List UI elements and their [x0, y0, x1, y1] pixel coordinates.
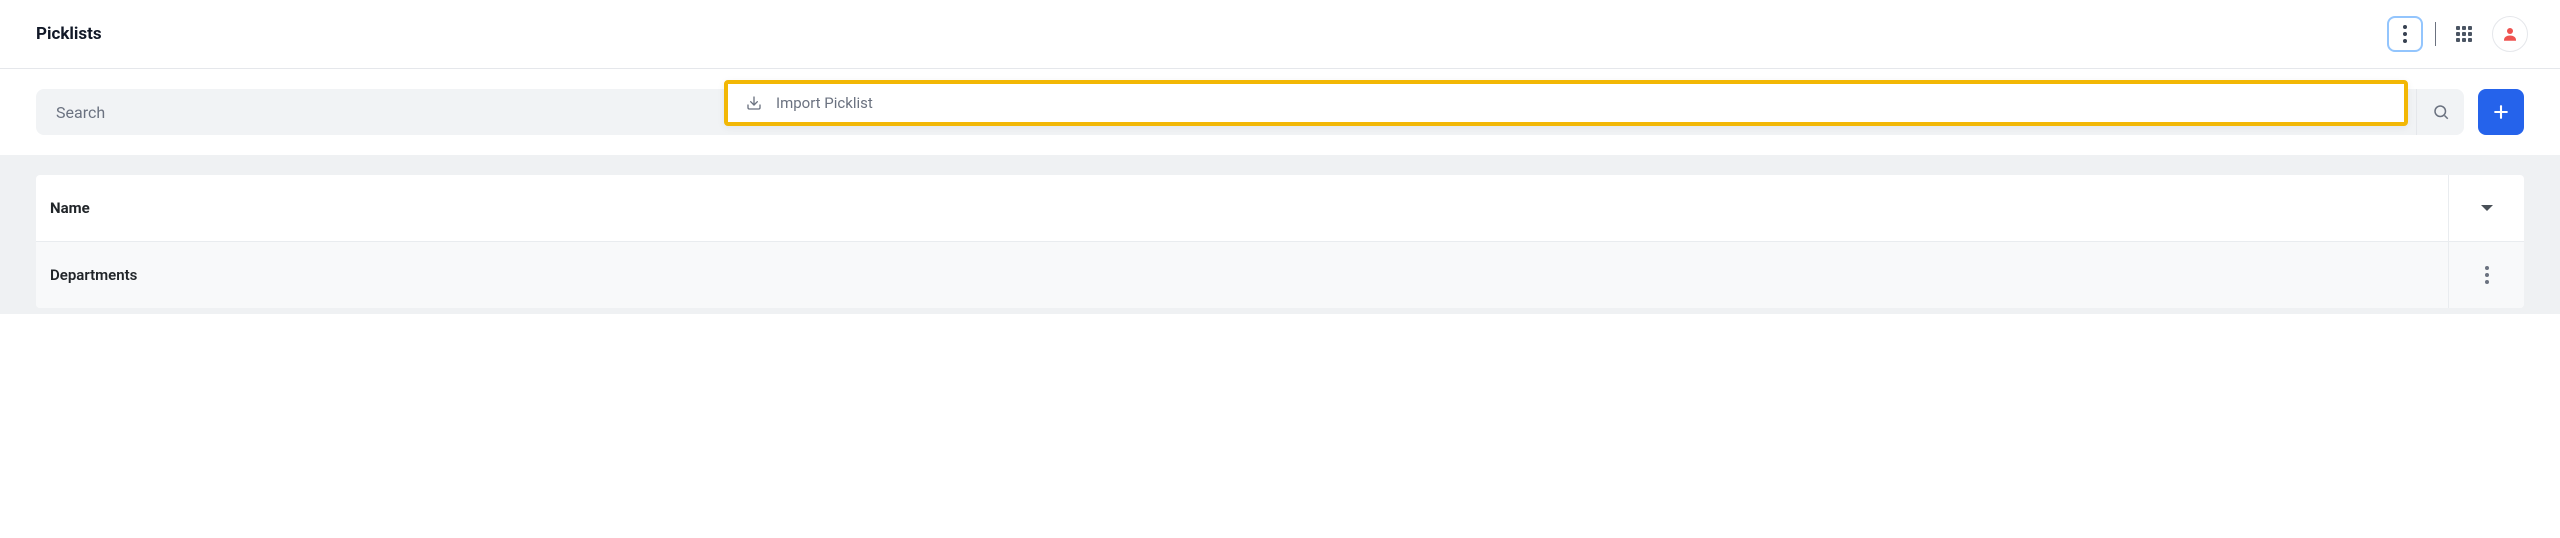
app-header: Picklists — [0, 0, 2560, 69]
magnifier-icon — [2432, 103, 2450, 121]
user-avatar-button[interactable] — [2492, 16, 2528, 52]
search-button[interactable] — [2416, 89, 2464, 135]
import-icon — [746, 95, 762, 111]
content-area: Name Departments — [0, 155, 2560, 314]
plus-icon — [2491, 102, 2511, 122]
row-actions-button[interactable] — [2448, 242, 2524, 308]
header-divider — [2435, 22, 2436, 46]
import-picklist-item[interactable]: Import Picklist — [746, 94, 873, 112]
caret-down-icon — [2481, 205, 2493, 211]
column-sort-toggle[interactable] — [2448, 175, 2524, 241]
import-picklist-label: Import Picklist — [776, 94, 873, 112]
picklists-table: Name Departments — [36, 175, 2524, 308]
table-header-row: Name — [36, 175, 2524, 242]
column-header-name[interactable]: Name — [36, 175, 2448, 241]
header-actions — [2387, 16, 2528, 52]
add-button[interactable] — [2478, 89, 2524, 135]
user-icon — [2501, 25, 2519, 43]
context-dropdown[interactable]: Import Picklist — [724, 80, 2408, 126]
kebab-icon — [2485, 266, 2489, 284]
app-launcher-icon[interactable] — [2448, 18, 2480, 50]
more-options-button[interactable] — [2387, 16, 2423, 52]
kebab-icon — [2403, 25, 2407, 43]
page-title: Picklists — [36, 24, 102, 44]
toolbar: Import Picklist — [0, 69, 2560, 155]
row-name-cell: Departments — [36, 242, 2448, 308]
table-row[interactable]: Departments — [36, 242, 2524, 308]
